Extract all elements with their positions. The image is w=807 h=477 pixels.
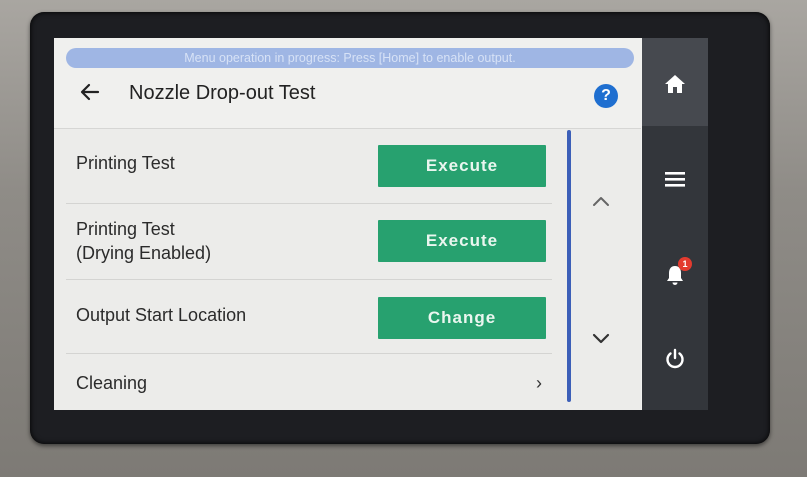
menu-list: Printing Test Execute Printing Test (Dry… [54, 128, 641, 410]
hamburger-menu-icon [665, 172, 685, 187]
row-label-sub: (Drying Enabled) [76, 243, 212, 263]
power-button[interactable] [642, 330, 708, 390]
notification-badge: 1 [678, 257, 692, 271]
scroll-down-icon[interactable] [589, 331, 613, 347]
row-label: Printing Test [76, 153, 175, 173]
home-button[interactable] [642, 38, 708, 126]
list-item: Printing Test (Drying Enabled) Execute [66, 203, 552, 280]
power-icon [666, 348, 684, 369]
main-panel: Menu operation in progress: Press [Home]… [54, 38, 641, 410]
home-icon [665, 75, 685, 93]
help-icon[interactable]: ? [594, 84, 618, 108]
chevron-right-icon: › [536, 373, 542, 393]
scrollbar[interactable] [567, 130, 571, 402]
back-arrow-icon[interactable] [76, 78, 104, 106]
sidebar: 1 [642, 38, 708, 410]
execute-button[interactable]: Execute [378, 145, 546, 187]
list-item: Output Start Location Change [66, 279, 552, 354]
printer-control-panel: Menu operation in progress: Press [Home]… [0, 0, 807, 477]
row-label: Printing Test [76, 219, 175, 239]
scroll-up-icon[interactable] [589, 193, 613, 209]
change-button[interactable]: Change [378, 297, 546, 339]
notifications-button[interactable]: 1 [642, 246, 708, 306]
header-bar: Nozzle Drop-out Test ? [54, 72, 641, 128]
row-label: Output Start Location [76, 305, 247, 325]
row-label: Cleaning [76, 373, 148, 393]
touch-screen: Menu operation in progress: Press [Home]… [54, 38, 708, 410]
menu-button[interactable] [642, 150, 708, 210]
execute-drying-button[interactable]: Execute [378, 220, 546, 262]
page-title: Nozzle Drop-out Test [129, 82, 316, 104]
list-item-cleaning[interactable]: Cleaning › [66, 353, 552, 410]
status-banner: Menu operation in progress: Press [Home]… [66, 48, 634, 68]
list-item: Printing Test Execute [66, 129, 552, 204]
